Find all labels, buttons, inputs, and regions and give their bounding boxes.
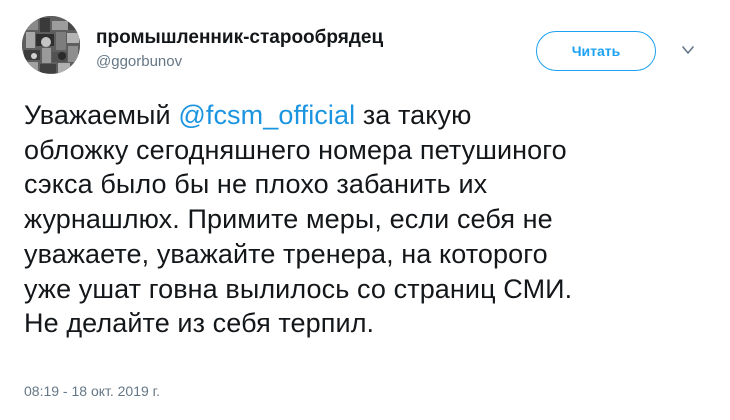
mention-link[interactable]: @fcsm_official (178, 100, 355, 130)
tweet-text-rest: за такую обложку сегодняшнего номера пет… (24, 100, 573, 339)
tweet-card: промышленник-старообрядец @ggorbunov Чит… (0, 0, 730, 420)
tweet-timestamp[interactable]: 08:19 - 18 окт. 2019 г. (24, 383, 160, 399)
author-handle[interactable]: @ggorbunov (96, 53, 182, 71)
author-display-name[interactable]: промышленник-старообрядец (96, 27, 383, 49)
tweet-text: Уважаемый @fcsm_official за такую обложк… (24, 98, 714, 341)
tweet-text-start: Уважаемый (24, 100, 179, 130)
follow-button[interactable]: Читать (536, 31, 656, 71)
chevron-down-icon[interactable] (680, 42, 696, 58)
tweet-header: промышленник-старообрядец @ggorbunov Чит… (0, 0, 730, 90)
avatar[interactable] (22, 16, 80, 74)
avatar-image (22, 16, 80, 74)
